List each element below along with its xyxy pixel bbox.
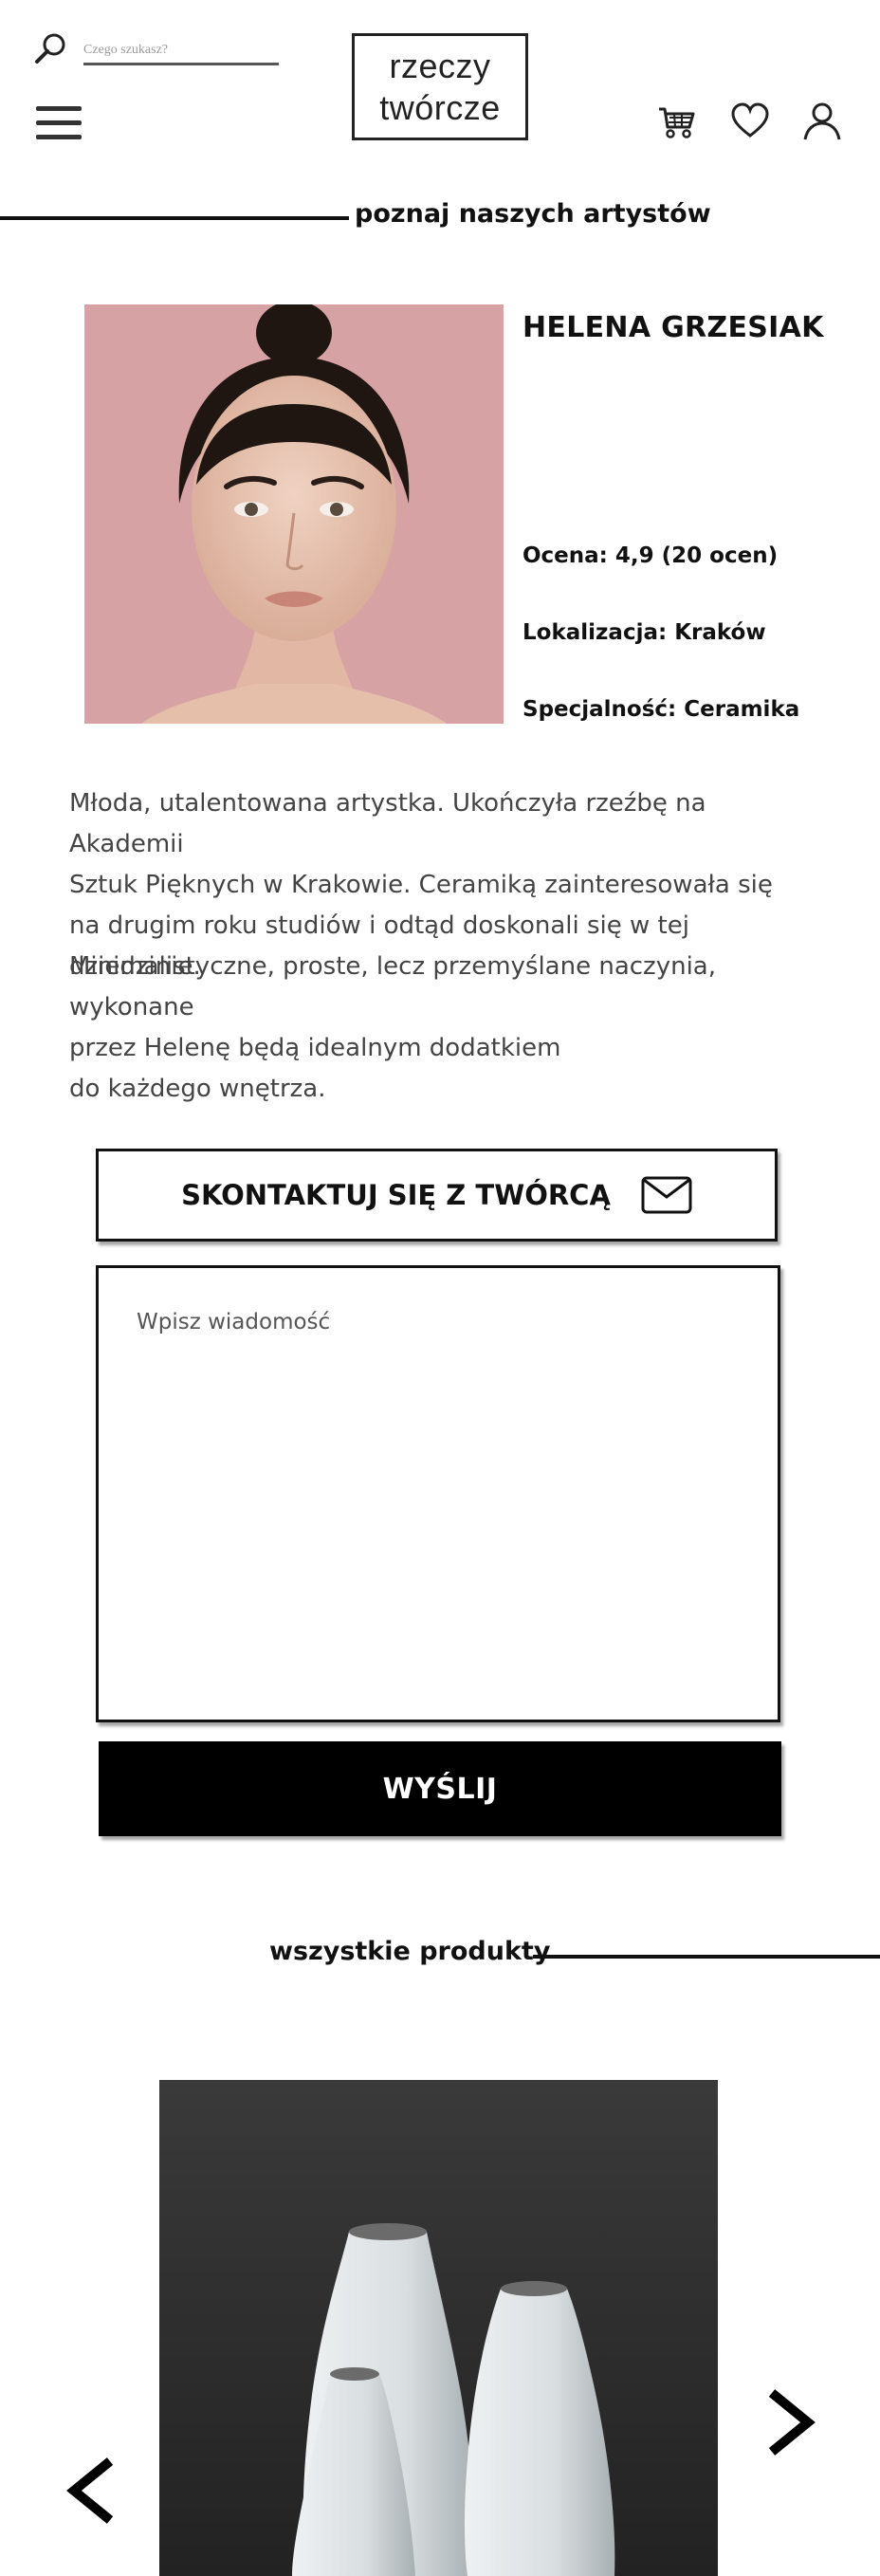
search-icon[interactable] (34, 32, 66, 64)
section-title-products: wszystkie produkty (269, 1937, 551, 1966)
hamburger-menu-icon[interactable] (36, 106, 83, 144)
heart-icon[interactable] (729, 101, 771, 142)
section-rule (533, 1955, 880, 1959)
logo[interactable]: rzeczy twórcze (352, 33, 528, 140)
message-textarea[interactable] (99, 1268, 778, 1720)
contact-button-label: SKONTAKTUJ SIĘ Z TWÓRCĄ (181, 1179, 611, 1211)
logo-line-1: rzeczy (389, 46, 491, 85)
logo-line-2: twórcze (379, 87, 501, 127)
chevron-left-icon[interactable] (59, 2448, 125, 2533)
send-button[interactable]: WYŚLIJ (99, 1741, 781, 1836)
artist-rating: Ocena: 4,9 (20 ocen) (522, 543, 779, 568)
chevron-right-icon[interactable] (757, 2380, 823, 2465)
search-input[interactable] (83, 40, 279, 65)
envelope-icon (641, 1176, 692, 1214)
bio-line: do każdego wnętrza. (69, 1075, 326, 1103)
artist-photo (84, 304, 504, 724)
bio-line: Minimalistyczne, proste, lecz przemyślan… (69, 952, 716, 1021)
product-image[interactable] (159, 2080, 718, 2576)
artist-specialty: Specjalność: Ceramika (522, 697, 800, 722)
artist-name: HELENA GRZESIAK (522, 311, 824, 344)
user-icon[interactable] (801, 101, 843, 142)
bio-line: przez Helenę będą idealnym dodatkiem (69, 1034, 561, 1062)
artist-location: Lokalizacja: Kraków (522, 620, 766, 645)
bio-line: Sztuk Pięknych w Krakowie. Ceramiką zain… (69, 871, 773, 899)
section-title-artists: poznaj naszych artystów (355, 199, 711, 229)
bio-line: Młoda, utalentowana artystka. Ukończyła … (69, 789, 706, 858)
artist-bio-paragraph-2: Minimalistyczne, proste, lecz przemyślan… (69, 947, 828, 1110)
section-rule (0, 216, 349, 220)
search-bar[interactable] (34, 28, 279, 72)
message-field[interactable] (96, 1265, 780, 1722)
cart-icon[interactable] (656, 101, 698, 142)
contact-artist-button[interactable]: SKONTAKTUJ SIĘ Z TWÓRCĄ (96, 1149, 778, 1242)
